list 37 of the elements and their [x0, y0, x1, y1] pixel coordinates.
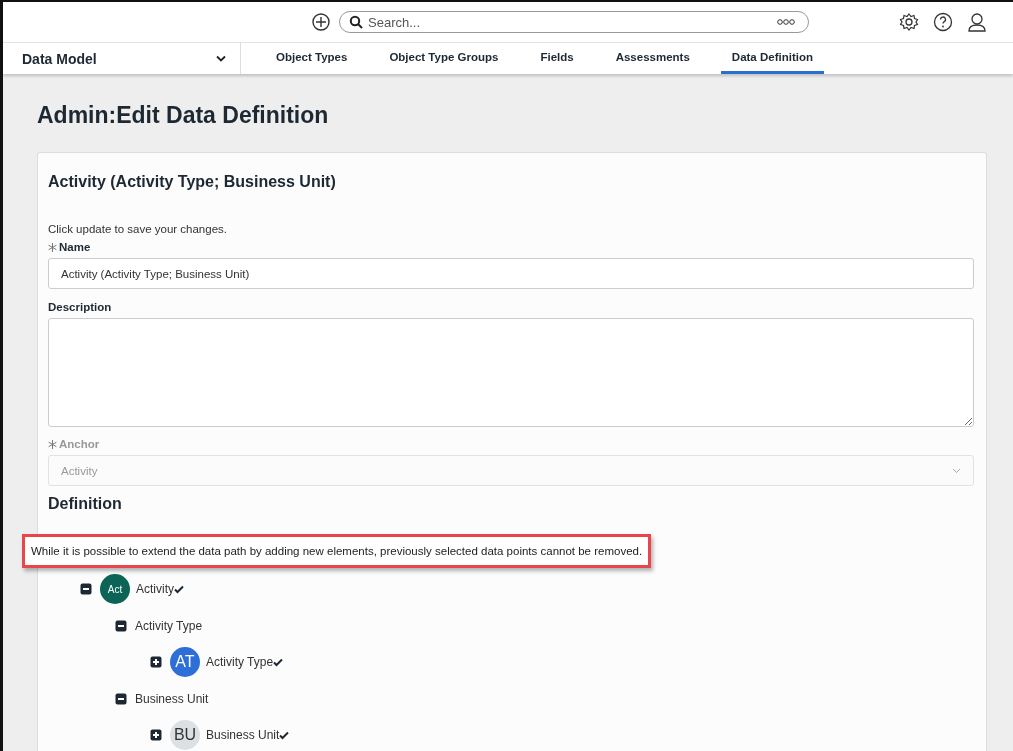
field-label: Anchor	[59, 438, 100, 450]
chevron-down-icon[interactable]	[216, 55, 226, 62]
more-icon[interactable]	[777, 18, 795, 26]
collapse-icon[interactable]	[115, 692, 127, 705]
tree-item-label: Activity	[136, 582, 174, 597]
section-heading: Definition	[48, 495, 123, 513]
nav-tab[interactable]: Assessments	[604, 43, 701, 74]
field-label: Name	[59, 241, 91, 253]
callout-note: While it is possible to extend the data path by adding new elements, previously selected data points cannot be removed.	[22, 534, 652, 568]
tree-item-label: Business Unit	[135, 691, 209, 706]
search-icon	[349, 15, 363, 29]
expand-icon[interactable]	[150, 656, 162, 669]
object-avatar: BU	[170, 720, 200, 751]
page-title: Admin:Edit Data Definition	[37, 102, 330, 129]
settings-icon[interactable]	[899, 12, 919, 32]
tree-item-label: Business Unit	[206, 728, 280, 743]
object-avatar: AT	[170, 647, 200, 678]
nav-tab[interactable]: Fields	[529, 43, 585, 74]
expand-icon[interactable]	[150, 729, 162, 742]
field-label: Description	[48, 301, 112, 313]
search-field[interactable]: Search...	[339, 11, 809, 33]
user-icon[interactable]	[967, 12, 987, 32]
hint-text: Click update to save your changes.	[48, 223, 228, 235]
object-avatar: Act	[100, 574, 130, 605]
card-heading: Activity (Activity Type; Business Unit)	[48, 173, 337, 191]
collapse-icon[interactable]	[80, 583, 92, 596]
collapse-icon[interactable]	[115, 619, 127, 632]
nav-tab[interactable]: Object Type Groups	[378, 43, 510, 74]
nav-tab[interactable]: Object Types	[265, 43, 359, 74]
name-field[interactable]: Activity (Activity Type; Business Unit)	[48, 258, 974, 289]
nav-tab[interactable]: Data Definition	[720, 43, 824, 74]
module-dropdown[interactable]: Data Model	[3, 43, 241, 74]
tree-item-label: Activity Type	[206, 655, 274, 670]
add-icon[interactable]	[311, 12, 331, 32]
tree-item-label: Activity Type	[135, 618, 203, 633]
help-icon[interactable]	[933, 12, 953, 32]
description-field[interactable]	[48, 318, 974, 427]
